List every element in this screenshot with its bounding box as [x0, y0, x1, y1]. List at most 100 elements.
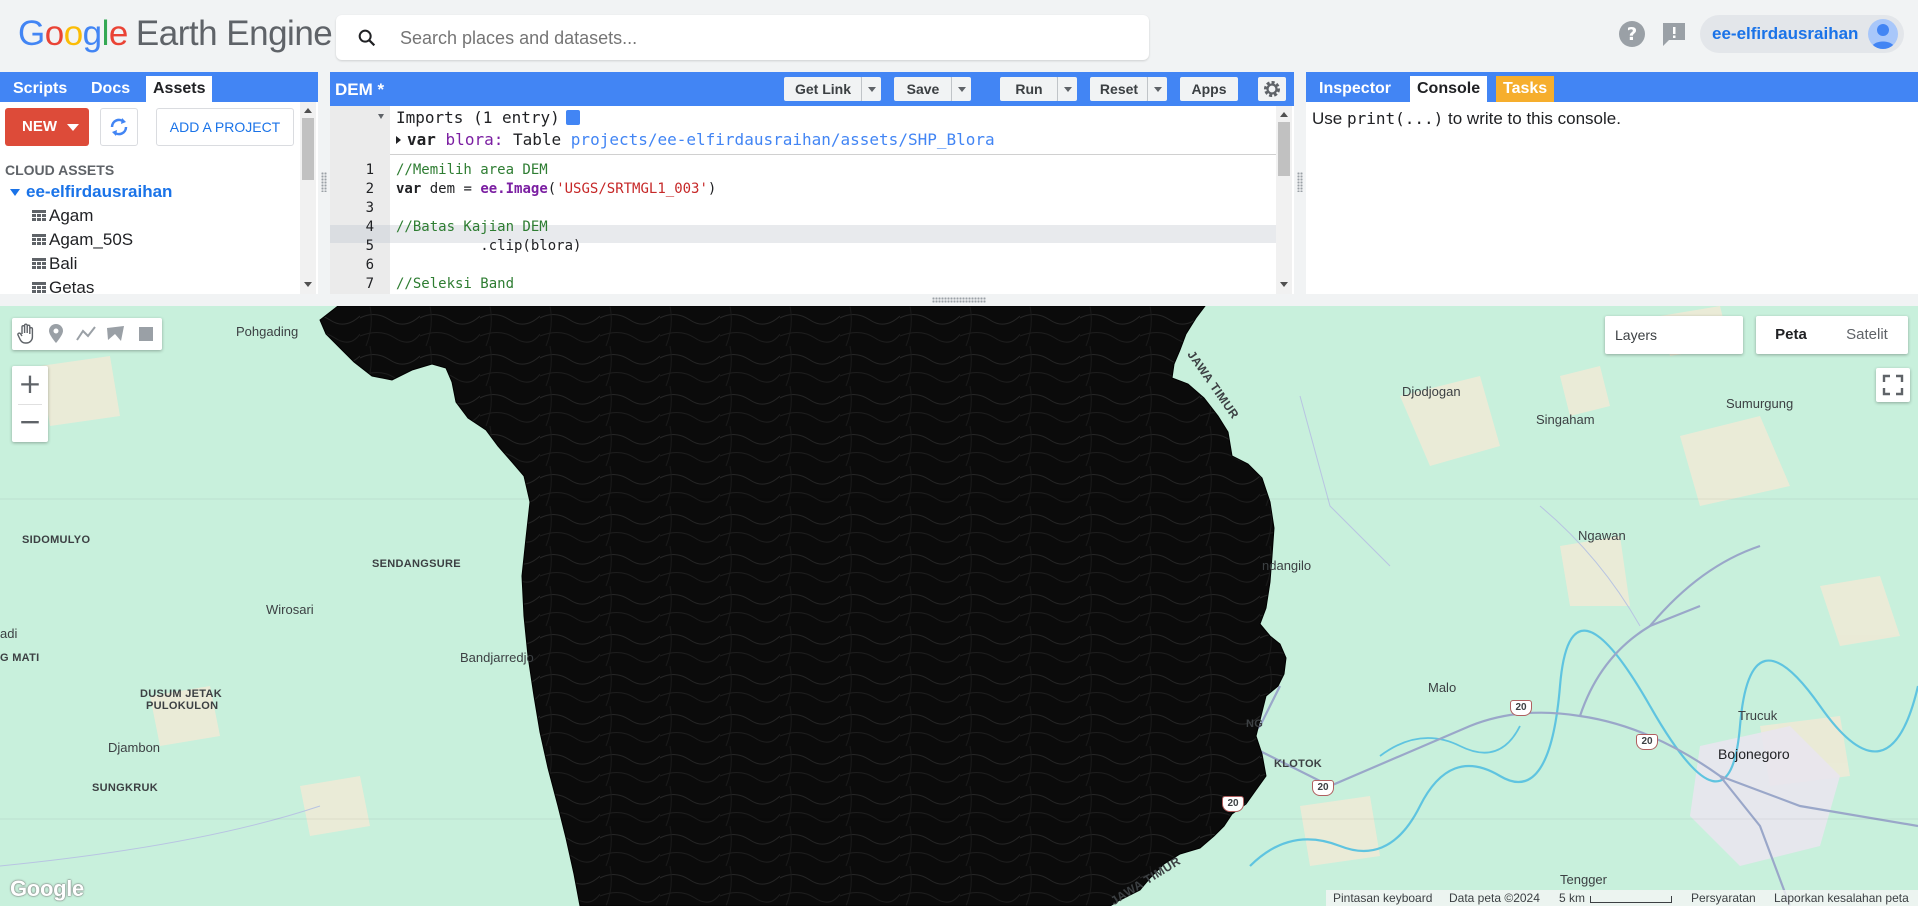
- earth-engine-logo[interactable]: Google Earth Engine: [18, 14, 333, 54]
- top-bar: GoogleEarth Engine ? ee-elfirdausraihan: [0, 0, 1918, 72]
- pan-hand-icon[interactable]: [14, 322, 38, 346]
- imports-header[interactable]: Imports (1 entry): [396, 108, 580, 127]
- tab-tasks[interactable]: Tasks: [1496, 76, 1555, 102]
- map-label: PULOKULON: [146, 700, 219, 712]
- layers-dropdown[interactable]: Layers: [1605, 316, 1743, 354]
- road-shield: 20: [1312, 780, 1334, 796]
- right-tab-bar: Inspector Console Tasks: [1306, 72, 1918, 102]
- fold-icon[interactable]: [378, 114, 384, 119]
- reset-button[interactable]: Reset: [1090, 77, 1148, 101]
- account-chip[interactable]: ee-elfirdausraihan: [1700, 15, 1904, 53]
- settings-button[interactable]: [1258, 77, 1286, 101]
- map-label: Djambon: [108, 740, 161, 755]
- scroll-thumb[interactable]: [302, 118, 314, 180]
- polygon-tool-icon[interactable]: [104, 322, 128, 346]
- map-type-satellite-button[interactable]: Satelit: [1826, 316, 1908, 354]
- add-project-button[interactable]: ADD A PROJECT: [156, 108, 294, 146]
- save-dropdown[interactable]: [951, 77, 971, 101]
- scroll-up-icon[interactable]: [1280, 112, 1288, 117]
- report-error-link[interactable]: Laporkan kesalahan peta: [1774, 891, 1909, 905]
- search-input[interactable]: [400, 25, 1100, 51]
- road-shield: 20: [1636, 734, 1658, 750]
- reset-dropdown[interactable]: [1147, 77, 1167, 101]
- run-button[interactable]: Run: [1000, 77, 1058, 101]
- apps-button[interactable]: Apps: [1180, 77, 1238, 101]
- document-icon[interactable]: [565, 110, 580, 125]
- google-logo[interactable]: Google: [10, 876, 84, 902]
- scroll-down-icon[interactable]: [304, 282, 312, 287]
- asset-item[interactable]: Bali: [32, 254, 77, 274]
- code-area[interactable]: Imports (1 entry) var blora: Table proje…: [390, 106, 1276, 294]
- line-tool-icon[interactable]: [74, 322, 98, 346]
- map-label: Singaham: [1536, 412, 1595, 427]
- fullscreen-button[interactable]: [1876, 368, 1910, 402]
- account-name: ee-elfirdausraihan: [1712, 24, 1859, 43]
- refresh-button[interactable]: [100, 108, 138, 146]
- zoom-in-button[interactable]: +: [12, 366, 48, 404]
- map-label: DUSUM JETAK: [140, 688, 222, 700]
- map-label: SUNGKRUK: [92, 782, 158, 794]
- keyboard-shortcuts-link[interactable]: Pintasan keyboard: [1333, 891, 1432, 905]
- asset-item[interactable]: Getas: [32, 278, 94, 294]
- map-label: Sumurgung: [1726, 396, 1794, 411]
- road-shield: 20: [1510, 700, 1532, 716]
- help-icon[interactable]: ?: [1618, 20, 1646, 48]
- scale-bar[interactable]: [1590, 896, 1672, 903]
- map-label: Bojonegoro: [1718, 746, 1790, 762]
- map-type-control: Peta Satelit: [1756, 316, 1908, 354]
- feedback-icon[interactable]: [1660, 20, 1688, 48]
- asset-path-link[interactable]: projects/ee-elfirdausraihan/assets/SHP_B…: [571, 130, 995, 149]
- zoom-control: + −: [12, 366, 48, 442]
- scroll-down-icon[interactable]: [1280, 282, 1288, 287]
- expand-icon[interactable]: [396, 136, 401, 144]
- tab-scripts[interactable]: Scripts: [6, 76, 74, 102]
- asset-item[interactable]: Agam: [32, 206, 93, 226]
- get-link-dropdown[interactable]: [861, 77, 881, 101]
- project-tree-node[interactable]: ee-elfirdausraihan: [10, 182, 172, 202]
- get-link-button[interactable]: Get Link: [784, 77, 862, 101]
- terms-link[interactable]: Persyaratan: [1691, 891, 1756, 905]
- code-line[interactable]: //Memilih area DEM: [396, 162, 548, 178]
- scale-label[interactable]: 5 km: [1559, 891, 1585, 905]
- map-label: Tengger: [1560, 872, 1607, 887]
- tab-assets[interactable]: Assets: [146, 76, 213, 102]
- line-number: 6: [365, 257, 374, 273]
- map-type-map-button[interactable]: Peta: [1756, 316, 1826, 354]
- zoom-out-button[interactable]: −: [12, 404, 48, 442]
- table-icon: [32, 258, 46, 269]
- assets-scrollbar[interactable]: [300, 102, 316, 294]
- import-entry[interactable]: var blora: Table projects/ee-elfirdausra…: [396, 130, 995, 149]
- map-label: G MATI: [0, 652, 40, 664]
- map-attribution: Pintasan keyboard Data peta ©2024 5 km P…: [1326, 890, 1918, 906]
- tab-inspector[interactable]: Inspector: [1312, 76, 1398, 102]
- avatar-icon: [1868, 19, 1898, 49]
- new-button[interactable]: NEW: [5, 108, 89, 146]
- scroll-thumb[interactable]: [1278, 122, 1290, 176]
- rectangle-tool-icon[interactable]: [134, 322, 158, 346]
- search-box[interactable]: [336, 15, 1149, 60]
- code-line[interactable]: //Batas Kajian DEM: [396, 219, 548, 235]
- tab-docs[interactable]: Docs: [84, 76, 137, 102]
- asset-item[interactable]: Agam_50S: [32, 230, 133, 250]
- left-tab-bar: Scripts Docs Assets: [0, 72, 318, 102]
- scroll-up-icon[interactable]: [304, 108, 312, 113]
- table-icon: [32, 210, 46, 221]
- run-dropdown[interactable]: [1057, 77, 1077, 101]
- tab-console[interactable]: Console: [1410, 76, 1488, 102]
- code-line[interactable]: //Seleksi Band: [396, 276, 514, 292]
- map-label: NG: [1246, 718, 1264, 730]
- code-line[interactable]: .clip(blora): [396, 238, 581, 254]
- table-icon: [32, 234, 46, 245]
- map-label: adi: [0, 626, 18, 641]
- map-label: Ngawan: [1578, 528, 1626, 543]
- save-button[interactable]: Save: [894, 77, 952, 101]
- expand-icon[interactable]: [10, 189, 20, 197]
- code-line[interactable]: var dem = ee.Image('USGS/SRTMGL1_003'): [396, 181, 716, 197]
- editor-scrollbar[interactable]: [1276, 106, 1292, 294]
- editor-toolbar: DEM * Get Link Save Run Reset Apps: [330, 72, 1294, 106]
- map-splitter[interactable]: [0, 294, 1918, 306]
- map-canvas[interactable]: Pohgading SIDOMULYO SENDANGSURE Wirosari…: [0, 306, 1918, 906]
- left-splitter[interactable]: [318, 72, 330, 294]
- point-marker-icon[interactable]: [44, 322, 68, 346]
- right-splitter[interactable]: [1294, 72, 1306, 294]
